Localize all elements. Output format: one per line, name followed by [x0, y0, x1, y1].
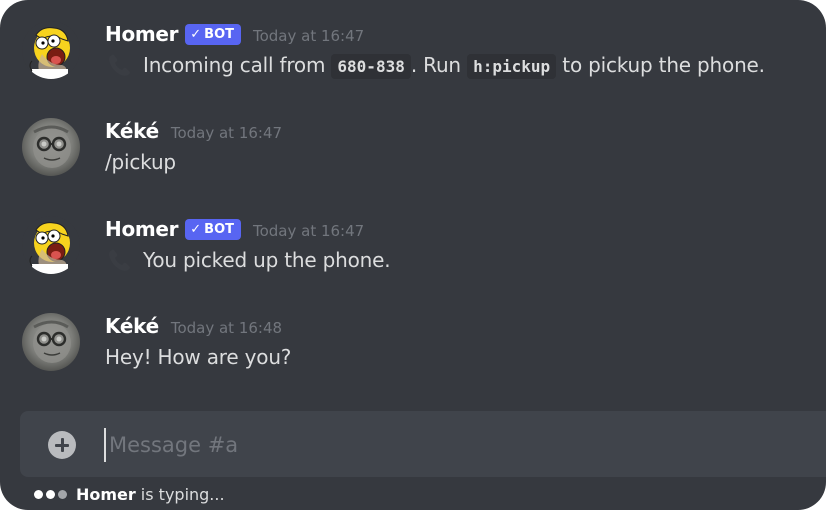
timestamp[interactable]: Today at 16:47 — [253, 27, 364, 45]
chat-window: Homer ✓ BOT Today at 16:47 Incoming call… — [0, 0, 826, 510]
homer-avatar[interactable] — [22, 21, 80, 79]
phone-icon — [109, 54, 130, 76]
message-content: Hey! How are you? — [105, 343, 291, 371]
typing-indicator: Homer is typing... — [34, 482, 225, 506]
bot-tag: ✓ BOT — [185, 23, 241, 45]
message-header: Homer ✓ BOT Today at 16:47 — [105, 216, 364, 242]
username[interactable]: Homer — [105, 217, 179, 241]
message-text: . Run — [410, 53, 468, 77]
message-text: You picked up the phone. — [143, 248, 391, 272]
bot-tag-label: BOT — [204, 26, 234, 42]
inline-code-command: h:pickup — [467, 54, 557, 79]
typing-dots-icon — [34, 489, 70, 499]
verified-check-icon: ✓ — [190, 221, 202, 237]
plus-circle-icon[interactable] — [48, 431, 76, 459]
message-text: Hey! How are you? — [105, 345, 292, 369]
username[interactable]: Homer — [105, 22, 179, 46]
homer-avatar[interactable] — [22, 216, 80, 274]
message-text: Incoming call from — [143, 53, 332, 77]
timestamp[interactable]: Today at 16:48 — [171, 319, 282, 337]
message-header: Kéké Today at 16:48 — [105, 313, 282, 339]
message-text: to pickup the phone. — [556, 53, 765, 77]
timestamp[interactable]: Today at 16:47 — [253, 222, 364, 240]
username[interactable]: Kéké — [105, 314, 159, 338]
verified-check-icon: ✓ — [190, 26, 202, 42]
message-content: You picked up the phone. — [105, 246, 391, 274]
keke-avatar[interactable] — [22, 118, 80, 176]
message-input[interactable] — [104, 428, 754, 462]
message-content: /pickup — [105, 148, 176, 176]
keke-avatar[interactable] — [22, 313, 80, 371]
message-header: Homer ✓ BOT Today at 16:47 — [105, 21, 364, 47]
bot-tag: ✓ BOT — [185, 218, 241, 240]
bot-tag-label: BOT — [204, 221, 234, 237]
phone-icon — [109, 249, 130, 271]
typing-user: Homer — [76, 484, 136, 504]
message-composer — [20, 411, 826, 477]
message-text: /pickup — [105, 150, 176, 174]
message-content: Incoming call from 680-838. Run h:pickup… — [105, 51, 765, 81]
typing-text: is typing... — [140, 484, 225, 504]
username[interactable]: Kéké — [105, 119, 159, 143]
message-header: Kéké Today at 16:47 — [105, 118, 282, 144]
timestamp[interactable]: Today at 16:47 — [171, 124, 282, 142]
inline-code-number: 680-838 — [331, 54, 411, 79]
